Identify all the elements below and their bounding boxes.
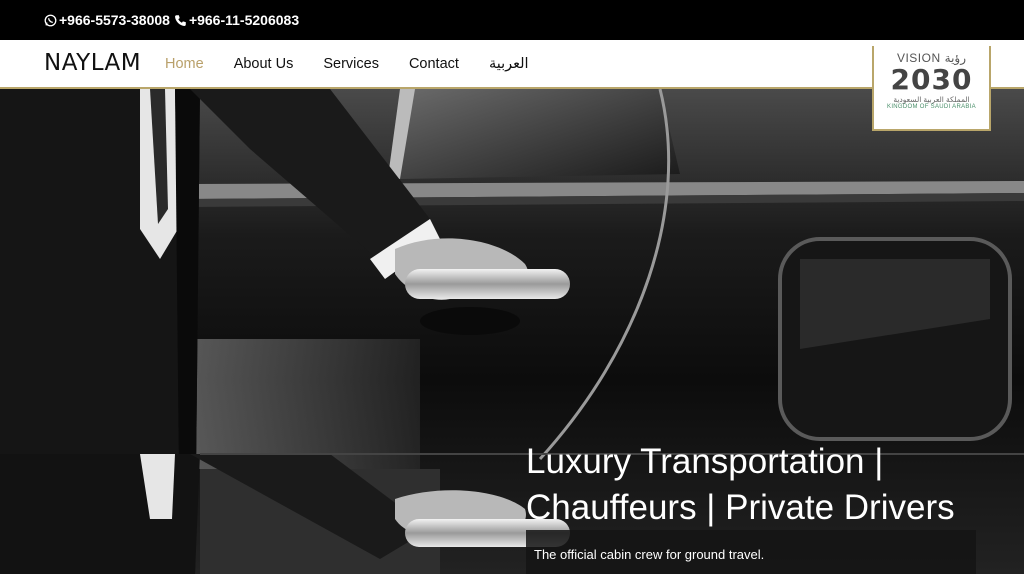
vision-english-text: KINGDOM OF SAUDI ARABIA bbox=[887, 104, 976, 110]
nav-about-us[interactable]: About Us bbox=[234, 56, 294, 72]
nav-services[interactable]: Services bbox=[323, 56, 379, 72]
nav-contact[interactable]: Contact bbox=[409, 56, 459, 72]
hero-subtext: The official cabin crew for ground trave… bbox=[526, 530, 976, 574]
vision-arabic-text: المملكة العربية السعودية bbox=[893, 95, 970, 104]
phone-contact[interactable]: +966-11-5206083 bbox=[174, 12, 299, 28]
hero-headline-line2: Chauffeurs | Private Drivers bbox=[526, 488, 955, 527]
nav-home[interactable]: Home bbox=[165, 56, 204, 72]
hero-headline-line1: Luxury Transportation | bbox=[526, 442, 884, 481]
vision-year: 2030 bbox=[890, 63, 973, 96]
main-nav: Home About Us Services Contact العربية bbox=[165, 40, 529, 87]
phone-icon bbox=[174, 14, 187, 27]
site-header: NAYLAM Home About Us Services Contact ال… bbox=[0, 40, 1024, 89]
vision-2030-badge: VISION رؤية 2030 المملكة العربية السعودي… bbox=[872, 46, 991, 131]
phone-number[interactable]: +966-11-5206083 bbox=[189, 12, 299, 28]
whatsapp-number[interactable]: +966-5573-38008 bbox=[59, 12, 170, 28]
whatsapp-contact[interactable]: +966-5573-38008 bbox=[44, 12, 170, 28]
contact-bar: +966-5573-38008 +966-11-5206083 bbox=[0, 0, 1024, 40]
nav-arabic[interactable]: العربية bbox=[489, 56, 529, 72]
hero-section: Luxury Transportation | Chauffeurs | Pri… bbox=[0, 89, 1024, 574]
site-logo[interactable]: NAYLAM bbox=[44, 50, 141, 76]
whatsapp-icon bbox=[44, 14, 57, 27]
hero-headline: Luxury Transportation | Chauffeurs | Pri… bbox=[526, 439, 955, 531]
